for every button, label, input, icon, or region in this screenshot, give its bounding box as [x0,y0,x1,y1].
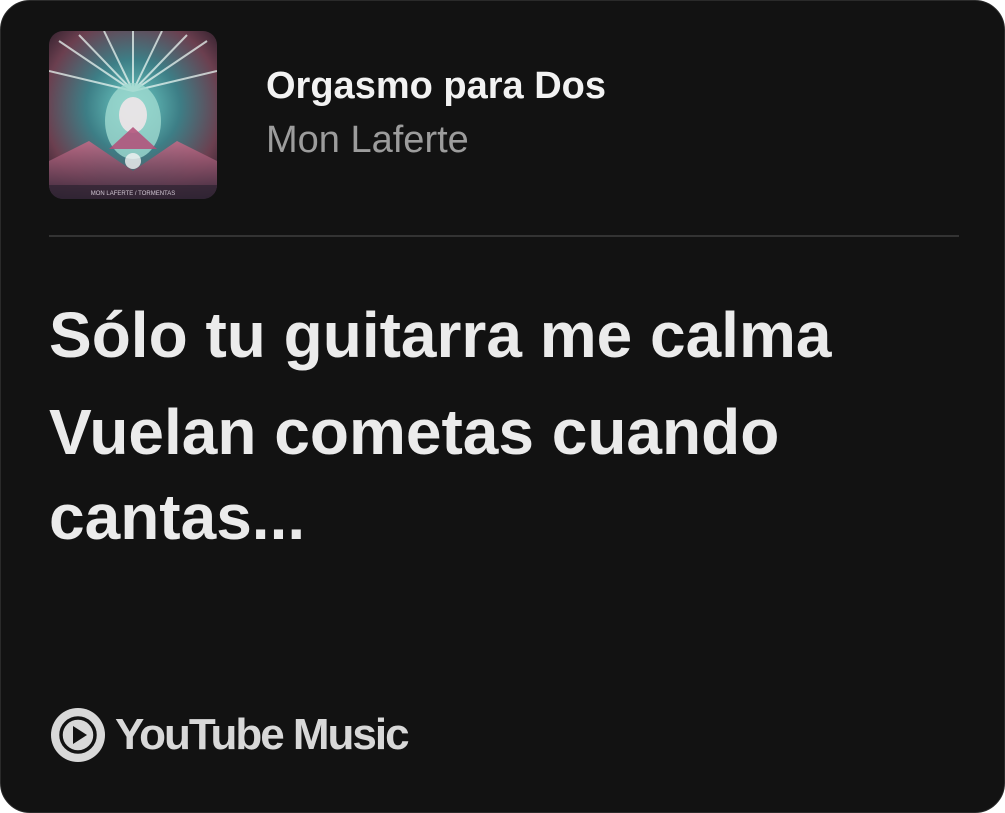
youtube-music-icon [51,708,105,762]
lyric-line: Vuelan cometas cuando cantas... [49,396,780,553]
lyrics-share-card: MON LAFERTE / TORMENTAS Orgasmo para Dos… [0,0,1005,813]
youtube-music-branding: YouTube Music [49,705,410,765]
album-art: MON LAFERTE / TORMENTAS [49,31,217,199]
artist-name: Mon Laferte [266,119,469,161]
lyrics-block: Sólo tu guitarra me calma Vuelan cometas… [49,293,949,572]
lyric-line: Sólo tu guitarra me calma [49,299,832,371]
brand-name: YouTube Music [115,710,410,759]
divider [49,235,959,237]
album-art-caption: MON LAFERTE / TORMENTAS [91,191,176,197]
album-cover-image: MON LAFERTE / TORMENTAS [49,31,217,199]
song-title: Orgasmo para Dos [266,65,606,107]
